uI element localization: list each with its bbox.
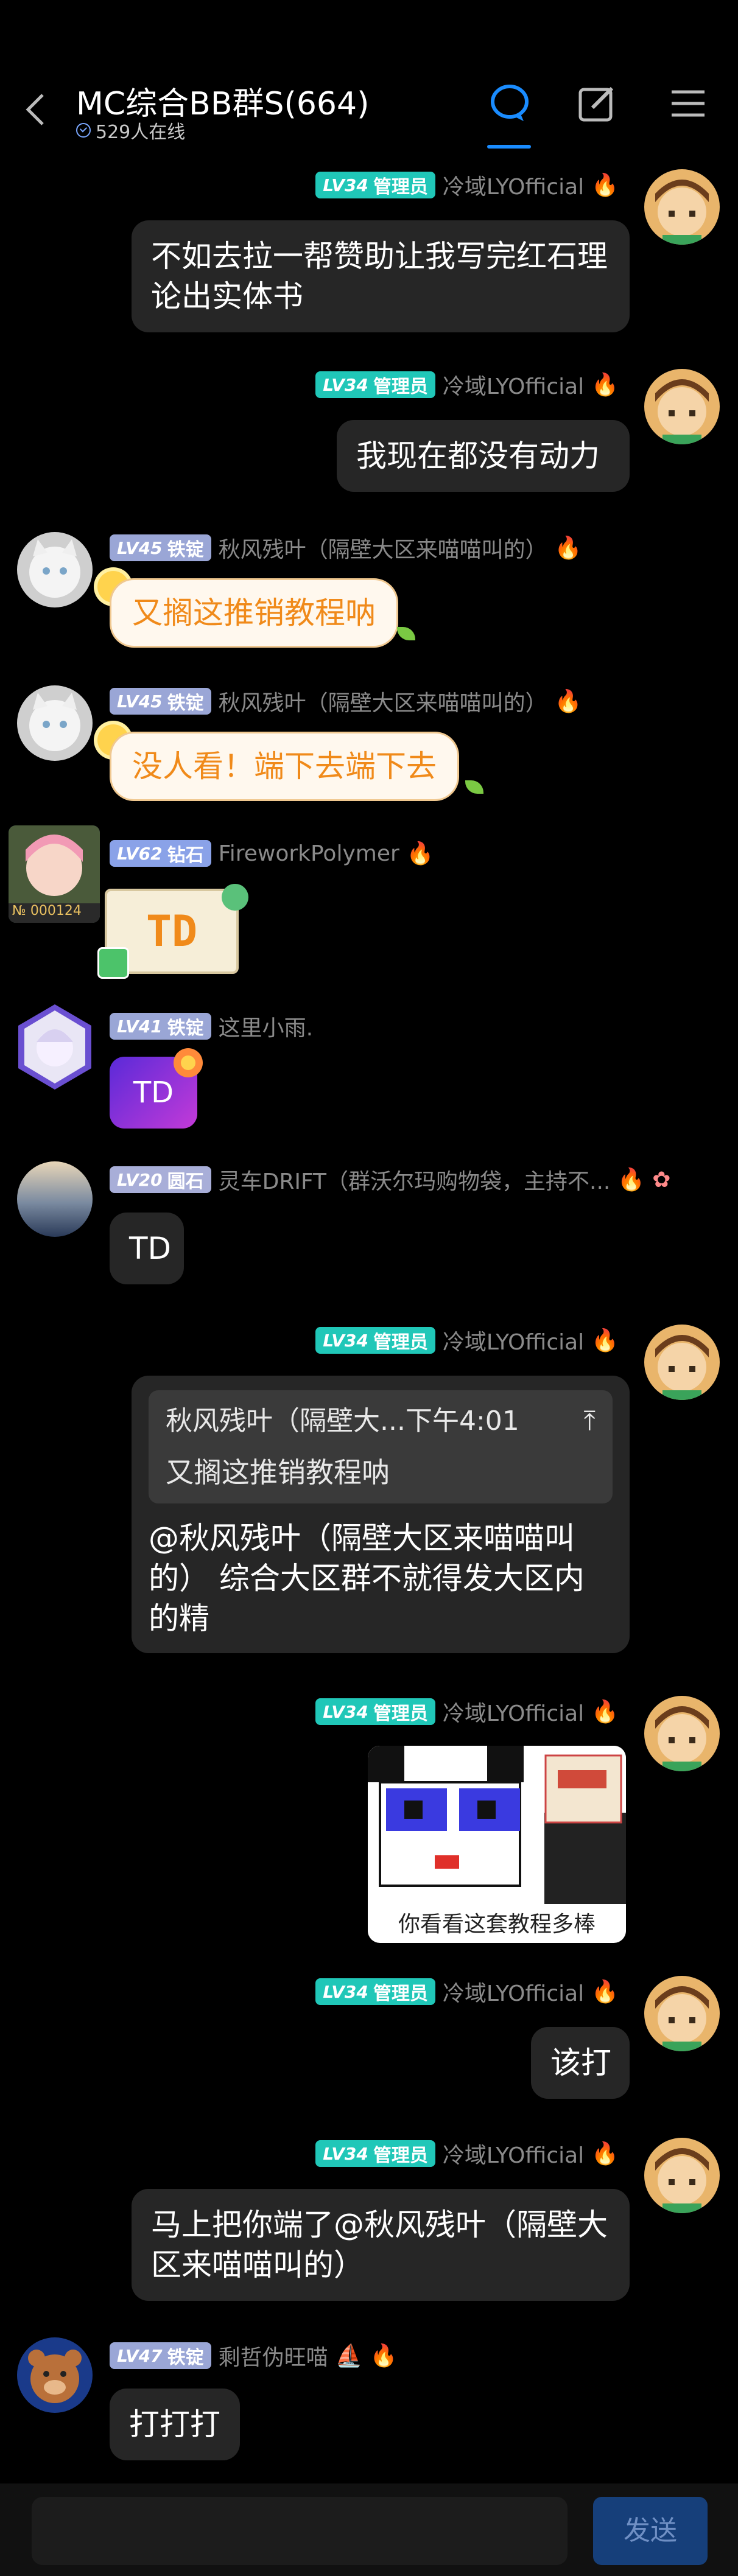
level-badge: LV45 铁锭 <box>110 688 211 715</box>
sender-name[interactable]: 这里小雨. <box>219 1010 313 1042</box>
flame-icon: 🔥 <box>591 373 619 397</box>
message-meta: LV62 钻石 FireworkPolymer 🔥 <box>110 840 434 867</box>
message-text: @秋风残叶（隔壁大区来喵喵叫的） 综合大区群不就得发大区内的精 <box>149 1521 585 1636</box>
sender-name[interactable]: 冷域LYOfficial <box>443 369 584 401</box>
avatar[interactable] <box>644 1976 720 2051</box>
quote-time: 下午4:01 <box>405 1405 519 1437</box>
message-meta: LV41 铁锭 这里小雨. <box>110 1010 313 1042</box>
edit-icon[interactable] <box>575 82 618 125</box>
pixel-decoration <box>222 884 248 911</box>
flame-icon: 🔥 <box>591 1979 619 2004</box>
avatar[interactable] <box>644 169 720 245</box>
flame-icon: 🔥 <box>406 841 434 866</box>
message-bubble[interactable]: 该打 <box>531 2027 630 2099</box>
avatar[interactable] <box>17 1004 93 1090</box>
sticker-image[interactable]: 你看看这套教程多棒 <box>368 1746 626 1943</box>
avatar[interactable] <box>17 1161 93 1237</box>
message-bubble[interactable]: 马上把你端了@秋风残叶（隔壁大区来喵喵叫的） <box>132 2189 630 2301</box>
flame-icon: 🔥 <box>591 1328 619 1353</box>
level-badge: LV34 管理员 <box>315 371 435 398</box>
boat-icon: ⛵ <box>335 2343 363 2368</box>
sender-name[interactable]: 冷域LYOfficial <box>443 1696 584 1727</box>
chat-icon[interactable] <box>488 82 531 125</box>
message-meta: LV47 铁锭 剩哲伪旺喵 ⛵ 🔥 <box>110 2340 397 2371</box>
level-badge: LV34 管理员 <box>315 172 435 198</box>
message-meta: LV34 管理员 冷域LYOfficial 🔥 <box>315 369 619 401</box>
message-meta: LV45 铁锭 秋风残叶（隔壁大区来喵喵叫的） 🔥 <box>110 532 582 564</box>
chevron-down-icon <box>76 123 91 138</box>
avatar[interactable] <box>644 1325 720 1400</box>
message-meta: LV34 管理员 冷域LYOfficial 🔥 <box>315 1696 619 1727</box>
level-badge: LV47 铁锭 <box>110 2342 211 2369</box>
message-bubble[interactable]: TD <box>110 1213 184 1284</box>
level-badge: LV62 钻石 <box>110 840 211 867</box>
menu-icon[interactable] <box>667 82 709 125</box>
back-icon[interactable] <box>23 91 47 128</box>
avatar[interactable]: № 000124 <box>9 825 100 923</box>
pixel-decoration <box>97 947 129 979</box>
sender-name[interactable]: 冷域LYOfficial <box>443 1325 584 1356</box>
quote-author: 秋风残叶（隔壁大... <box>166 1405 406 1437</box>
message-bubble[interactable]: 秋风残叶（隔壁大...下午4:01 ⤒ 又搁这推销教程呐 @秋风残叶（隔壁大区来… <box>132 1376 630 1653</box>
leaf-decoration <box>465 780 483 794</box>
message-bubble[interactable]: 没人看！端下去端下去 <box>110 732 459 801</box>
flame-icon: 🔥 <box>370 2343 398 2368</box>
jump-to-quote-icon[interactable]: ⤒ <box>584 1401 596 1441</box>
sender-name[interactable]: 秋风残叶（隔壁大区来喵喵叫的） <box>219 685 547 717</box>
message-meta: LV45 铁锭 秋风残叶（隔壁大区来喵喵叫的） 🔥 <box>110 685 582 717</box>
sender-name[interactable]: 冷域LYOfficial <box>443 2138 584 2169</box>
avatar[interactable] <box>17 532 93 607</box>
flame-icon: 🔥 <box>591 1699 619 1724</box>
flame-icon: 🔥 <box>591 173 619 198</box>
avatar[interactable] <box>644 1696 720 1771</box>
avatar-tag: № 000124 <box>12 903 82 919</box>
message-meta: LV34 管理员 冷域LYOfficial 🔥 <box>315 2138 619 2169</box>
sticker-caption: 你看看这套教程多棒 <box>398 1912 596 1937</box>
send-button[interactable]: 发送 <box>593 2497 708 2565</box>
sender-name[interactable]: 冷域LYOfficial <box>443 169 584 201</box>
avatar[interactable] <box>644 369 720 444</box>
sender-name[interactable]: 冷域LYOfficial <box>443 1976 584 2007</box>
message-bubble[interactable]: 打打打 <box>110 2389 240 2460</box>
message-meta: LV34 管理员 冷域LYOfficial 🔥 <box>315 1976 619 2007</box>
flame-icon: 🔥 <box>617 1167 645 1192</box>
leaf-decoration <box>397 627 415 640</box>
level-badge: LV34 管理员 <box>315 1978 435 2005</box>
message-bubble[interactable]: 我现在都没有动力 <box>337 420 630 492</box>
message-bubble[interactable]: 又搁这推销教程呐 <box>110 578 398 648</box>
online-count-label: 529人在线 <box>96 122 186 143</box>
level-badge: LV45 铁锭 <box>110 534 211 561</box>
sender-name[interactable]: 剩哲伪旺喵 <box>219 2340 328 2371</box>
message-meta: LV20 圆石 灵车DRIFT（群沃尔玛购物袋，主持不... 🔥 ✿ <box>110 1164 670 1195</box>
quote-text: 又搁这推销教程呐 <box>166 1456 390 1489</box>
flame-icon: 🔥 <box>554 536 582 561</box>
smile-icon: ✿ <box>652 1167 671 1192</box>
level-badge: LV41 铁锭 <box>110 1013 211 1040</box>
avatar[interactable] <box>644 2138 720 2213</box>
level-badge: LV34 管理员 <box>315 2140 435 2167</box>
flame-icon: 🔥 <box>554 689 582 714</box>
quoted-message[interactable]: 秋风残叶（隔壁大...下午4:01 ⤒ 又搁这推销教程呐 <box>149 1390 613 1503</box>
message-input[interactable] <box>32 2497 568 2565</box>
sender-name[interactable]: FireworkPolymer <box>219 841 399 866</box>
sender-name[interactable]: 秋风残叶（隔壁大区来喵喵叫的） <box>219 532 547 564</box>
message-bubble[interactable]: 不如去拉一帮赞助让我写完红石理论出实体书 <box>132 220 630 332</box>
level-badge: LV34 管理员 <box>315 1327 435 1354</box>
message-meta: LV34 管理员 冷域LYOfficial 🔥 <box>315 1325 619 1356</box>
chat-tab-indicator <box>487 145 531 149</box>
message-meta: LV34 管理员 冷域LYOfficial 🔥 <box>315 169 619 201</box>
avatar[interactable] <box>17 2337 93 2413</box>
flame-icon: 🔥 <box>591 2141 619 2166</box>
bubble-decoration <box>167 1045 209 1081</box>
sender-name[interactable]: 灵车DRIFT（群沃尔玛购物袋，主持不... <box>219 1164 611 1195</box>
online-count[interactable]: 529人在线 <box>76 117 185 144</box>
level-badge: LV20 圆石 <box>110 1166 211 1193</box>
level-badge: LV34 管理员 <box>315 1698 435 1725</box>
avatar[interactable] <box>17 685 93 761</box>
